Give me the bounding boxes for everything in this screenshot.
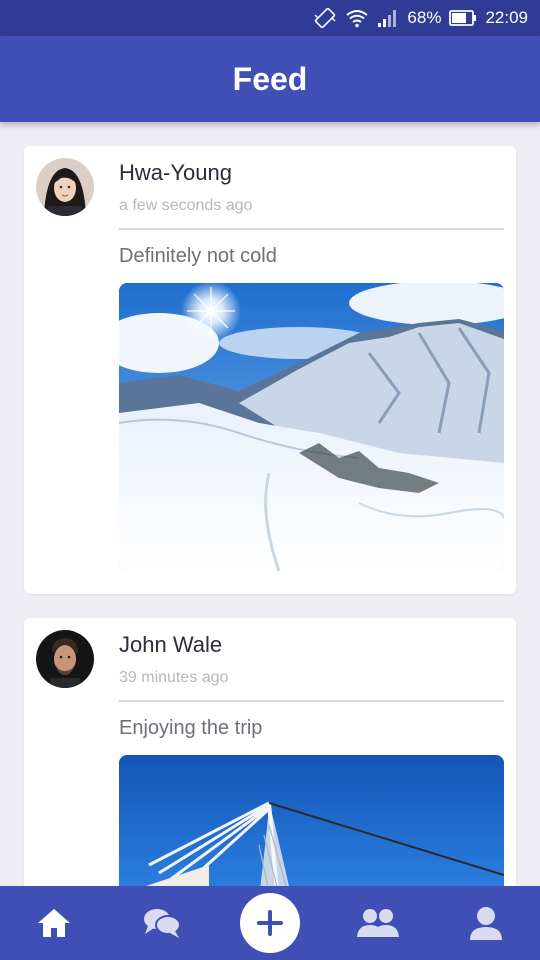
post-caption: Definitely not cold bbox=[119, 245, 277, 267]
divider bbox=[119, 228, 504, 230]
status-time: 22:09 bbox=[485, 8, 528, 27]
nav-chat-button[interactable] bbox=[126, 887, 198, 959]
vibrate-icon bbox=[313, 7, 337, 29]
avatar[interactable] bbox=[36, 630, 94, 688]
post-image[interactable] bbox=[119, 283, 504, 571]
nav-add-button[interactable] bbox=[234, 887, 306, 959]
post-caption: Enjoying the trip bbox=[119, 717, 263, 739]
post-author[interactable]: John Wale bbox=[119, 632, 222, 658]
post-card[interactable]: John Wale 39 minutes ago Enjoying the tr… bbox=[24, 618, 516, 886]
group-icon bbox=[357, 909, 399, 937]
app-bar: Feed bbox=[0, 36, 540, 122]
snowy-mountains-photo bbox=[119, 283, 504, 571]
post-card[interactable]: Hwa-Young a few seconds ago Definitely n… bbox=[24, 146, 516, 594]
post-author[interactable]: Hwa-Young bbox=[119, 160, 232, 186]
chat-icon bbox=[144, 909, 181, 938]
signal-icon bbox=[377, 8, 399, 28]
profile-icon bbox=[470, 907, 502, 940]
post-time: 39 minutes ago bbox=[119, 669, 229, 686]
nav-home-button[interactable] bbox=[18, 887, 90, 959]
add-post-button[interactable] bbox=[240, 893, 300, 953]
battery-icon bbox=[449, 9, 477, 27]
battery-percent: 68% bbox=[407, 8, 442, 27]
home-icon bbox=[38, 909, 70, 937]
post-time: a few seconds ago bbox=[119, 197, 253, 214]
page-title: Feed bbox=[232, 60, 308, 97]
divider bbox=[119, 700, 504, 702]
nav-friends-button[interactable] bbox=[342, 887, 414, 959]
wifi-icon bbox=[345, 8, 369, 28]
feed-list[interactable]: Hwa-Young a few seconds ago Definitely n… bbox=[0, 122, 540, 886]
add-icon bbox=[257, 910, 283, 936]
bridge-photo bbox=[119, 755, 504, 886]
post-image[interactable] bbox=[119, 755, 504, 886]
nav-profile-button[interactable] bbox=[450, 887, 522, 959]
bottom-nav bbox=[0, 886, 540, 960]
status-bar: 68% 22:09 bbox=[0, 0, 540, 36]
avatar[interactable] bbox=[36, 158, 94, 216]
